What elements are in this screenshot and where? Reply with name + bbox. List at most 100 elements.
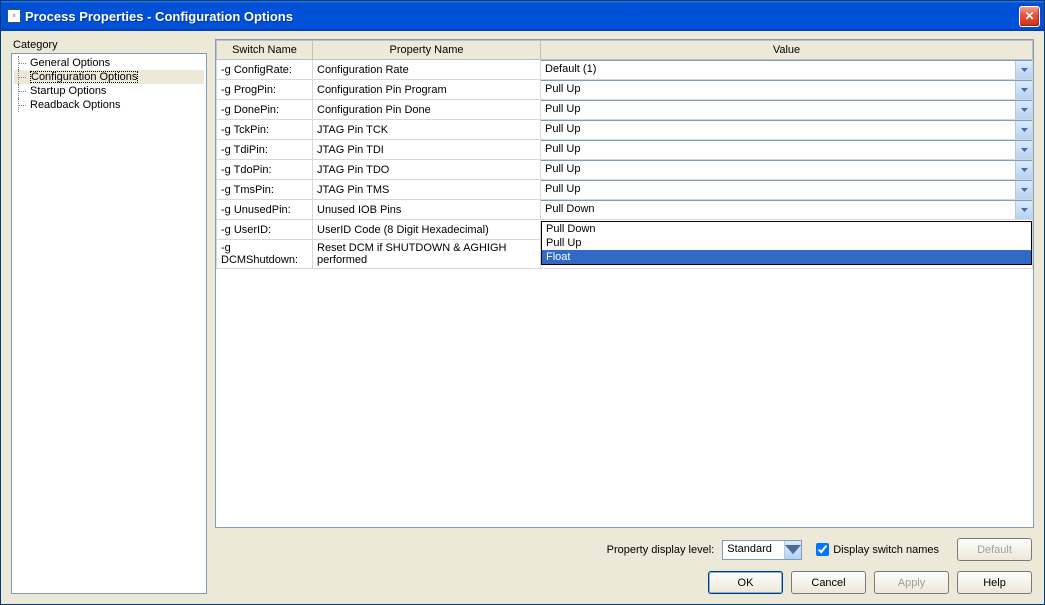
button-row: OK Cancel Apply Help (215, 565, 1034, 594)
apply-button[interactable]: Apply (874, 571, 949, 594)
value-cell[interactable]: Pull Down (541, 200, 1033, 220)
category-item-label: General Options (30, 57, 110, 69)
value-combo[interactable]: Default (1) (540, 60, 1033, 80)
prop-cell: Configuration Rate (313, 60, 541, 80)
value-combo-text: Pull Up (541, 81, 1015, 99)
close-button[interactable]: ✕ (1019, 6, 1040, 27)
value-combo[interactable]: Pull Down (540, 200, 1033, 220)
value-combo-text: Pull Up (541, 181, 1015, 199)
category-item[interactable]: Startup Options (14, 84, 204, 98)
chevron-down-icon[interactable] (1015, 61, 1032, 79)
chevron-down-icon[interactable] (1015, 181, 1032, 199)
col-header-prop[interactable]: Property Name (313, 41, 541, 60)
switch-cell: -g TdoPin: (217, 160, 313, 180)
switch-cell: -g TmsPin: (217, 180, 313, 200)
table-row: -g ProgPin:Configuration Pin ProgramPull… (217, 80, 1033, 100)
value-combo[interactable]: Pull Up (540, 120, 1033, 140)
property-grid: Switch Name Property Name Value -g Confi… (215, 39, 1034, 528)
category-item-label: Readback Options (30, 99, 121, 111)
category-tree[interactable]: General Options Configuration Options Star… (11, 53, 207, 594)
prop-cell: UserID Code (8 Digit Hexadecimal) (313, 220, 541, 240)
value-combo[interactable]: Pull Up (540, 180, 1033, 200)
switch-cell: -g ConfigRate: (217, 60, 313, 80)
value-combo-text: Default (1) (541, 61, 1015, 79)
value-combo[interactable]: Pull Up (540, 160, 1033, 180)
switch-cell: -g UserID: (217, 220, 313, 240)
value-combo[interactable]: Pull Up (540, 80, 1033, 100)
show-switch-checkbox[interactable] (816, 543, 829, 556)
value-cell[interactable]: Pull Up (541, 80, 1033, 100)
category-item[interactable]: Readback Options (14, 98, 204, 112)
switch-cell: -g DCMShutdown: (217, 240, 313, 269)
category-panel: Category General Options Configuration Op… (11, 39, 207, 594)
value-combo-text: Pull Up (541, 141, 1015, 159)
table-row: -g TckPin:JTAG Pin TCKPull Up (217, 120, 1033, 140)
chevron-down-icon[interactable] (1015, 81, 1032, 99)
main-panel: Switch Name Property Name Value -g Confi… (215, 39, 1034, 594)
default-button[interactable]: Default (957, 538, 1032, 561)
switch-cell: -g UnusedPin: (217, 200, 313, 220)
dropdown-option[interactable]: Float (542, 250, 1031, 264)
titlebar: ▫ Process Properties - Configuration Opt… (1, 1, 1044, 31)
ok-button[interactable]: OK (708, 571, 783, 594)
chevron-down-icon[interactable] (1015, 141, 1032, 159)
value-cell[interactable]: Pull Up (541, 180, 1033, 200)
prop-cell: JTAG Pin TCK (313, 120, 541, 140)
prop-cell: JTAG Pin TDO (313, 160, 541, 180)
col-header-value[interactable]: Value (541, 41, 1033, 60)
col-header-switch[interactable]: Switch Name (217, 41, 313, 60)
show-switch-label[interactable]: Display switch names (833, 544, 939, 556)
cancel-button[interactable]: Cancel (791, 571, 866, 594)
client-area: Category General Options Configuration Op… (1, 31, 1044, 604)
switch-cell: -g ProgPin: (217, 80, 313, 100)
chevron-down-icon[interactable] (1015, 101, 1032, 119)
upper-area: Category General Options Configuration Op… (11, 39, 1034, 594)
value-cell[interactable]: Pull Up (541, 120, 1033, 140)
chevron-down-icon[interactable] (1015, 121, 1032, 139)
chevron-down-icon[interactable] (1015, 201, 1032, 219)
value-combo-text: Pull Up (541, 121, 1015, 139)
prop-cell: Reset DCM if SHUTDOWN & AGHIGH performed (313, 240, 541, 269)
table-row: -g TdoPin:JTAG Pin TDOPull Up (217, 160, 1033, 180)
display-level-label: Property display level: (607, 544, 715, 556)
window-title: Process Properties - Configuration Optio… (25, 9, 1019, 24)
show-switch-checkbox-wrap: Display switch names (816, 543, 941, 556)
table-row: -g TdiPin:JTAG Pin TDIPull Up (217, 140, 1033, 160)
value-combo[interactable]: Pull Up (540, 100, 1033, 120)
value-combo[interactable]: Pull Up (540, 140, 1033, 160)
table-row: -g UnusedPin:Unused IOB PinsPull Down (217, 200, 1033, 220)
category-label: Category (11, 39, 207, 51)
value-cell[interactable]: Pull Up (541, 100, 1033, 120)
table-row: -g DonePin:Configuration Pin DonePull Up (217, 100, 1033, 120)
value-combo-text: Pull Up (541, 161, 1015, 179)
help-button[interactable]: Help (957, 571, 1032, 594)
switch-cell: -g TckPin: (217, 120, 313, 140)
dropdown-option[interactable]: Pull Up (542, 236, 1031, 250)
value-dropdown[interactable]: Pull DownPull UpFloat (541, 221, 1032, 265)
prop-cell: JTAG Pin TMS (313, 180, 541, 200)
value-combo-text: Pull Up (541, 101, 1015, 119)
chevron-down-icon[interactable] (1015, 161, 1032, 179)
chevron-down-icon[interactable] (784, 541, 801, 559)
prop-cell: Configuration Pin Program (313, 80, 541, 100)
table-row: -g TmsPin:JTAG Pin TMSPull Up (217, 180, 1033, 200)
dropdown-option[interactable]: Pull Down (542, 222, 1031, 236)
app-icon: ▫ (7, 9, 21, 23)
dialog-window: ▫ Process Properties - Configuration Opt… (0, 0, 1045, 605)
category-item[interactable]: General Options (14, 56, 204, 70)
value-cell[interactable]: Default (1) (541, 60, 1033, 80)
prop-cell: Unused IOB Pins (313, 200, 541, 220)
switch-cell: -g DonePin: (217, 100, 313, 120)
category-item[interactable]: Configuration Options (14, 70, 204, 84)
prop-cell: Configuration Pin Done (313, 100, 541, 120)
value-cell[interactable]: Pull Up (541, 140, 1033, 160)
value-cell[interactable]: Pull Up (541, 160, 1033, 180)
below-grid-bar: Property display level: Standard Display… (215, 528, 1034, 565)
category-item-label: Startup Options (30, 85, 106, 97)
table-row: -g ConfigRate:Configuration RateDefault … (217, 60, 1033, 80)
prop-cell: JTAG Pin TDI (313, 140, 541, 160)
display-level-value: Standard (723, 541, 784, 559)
display-level-combo[interactable]: Standard (722, 540, 802, 560)
value-combo-text: Pull Down (541, 201, 1015, 219)
category-item-label: Configuration Options (30, 71, 138, 83)
